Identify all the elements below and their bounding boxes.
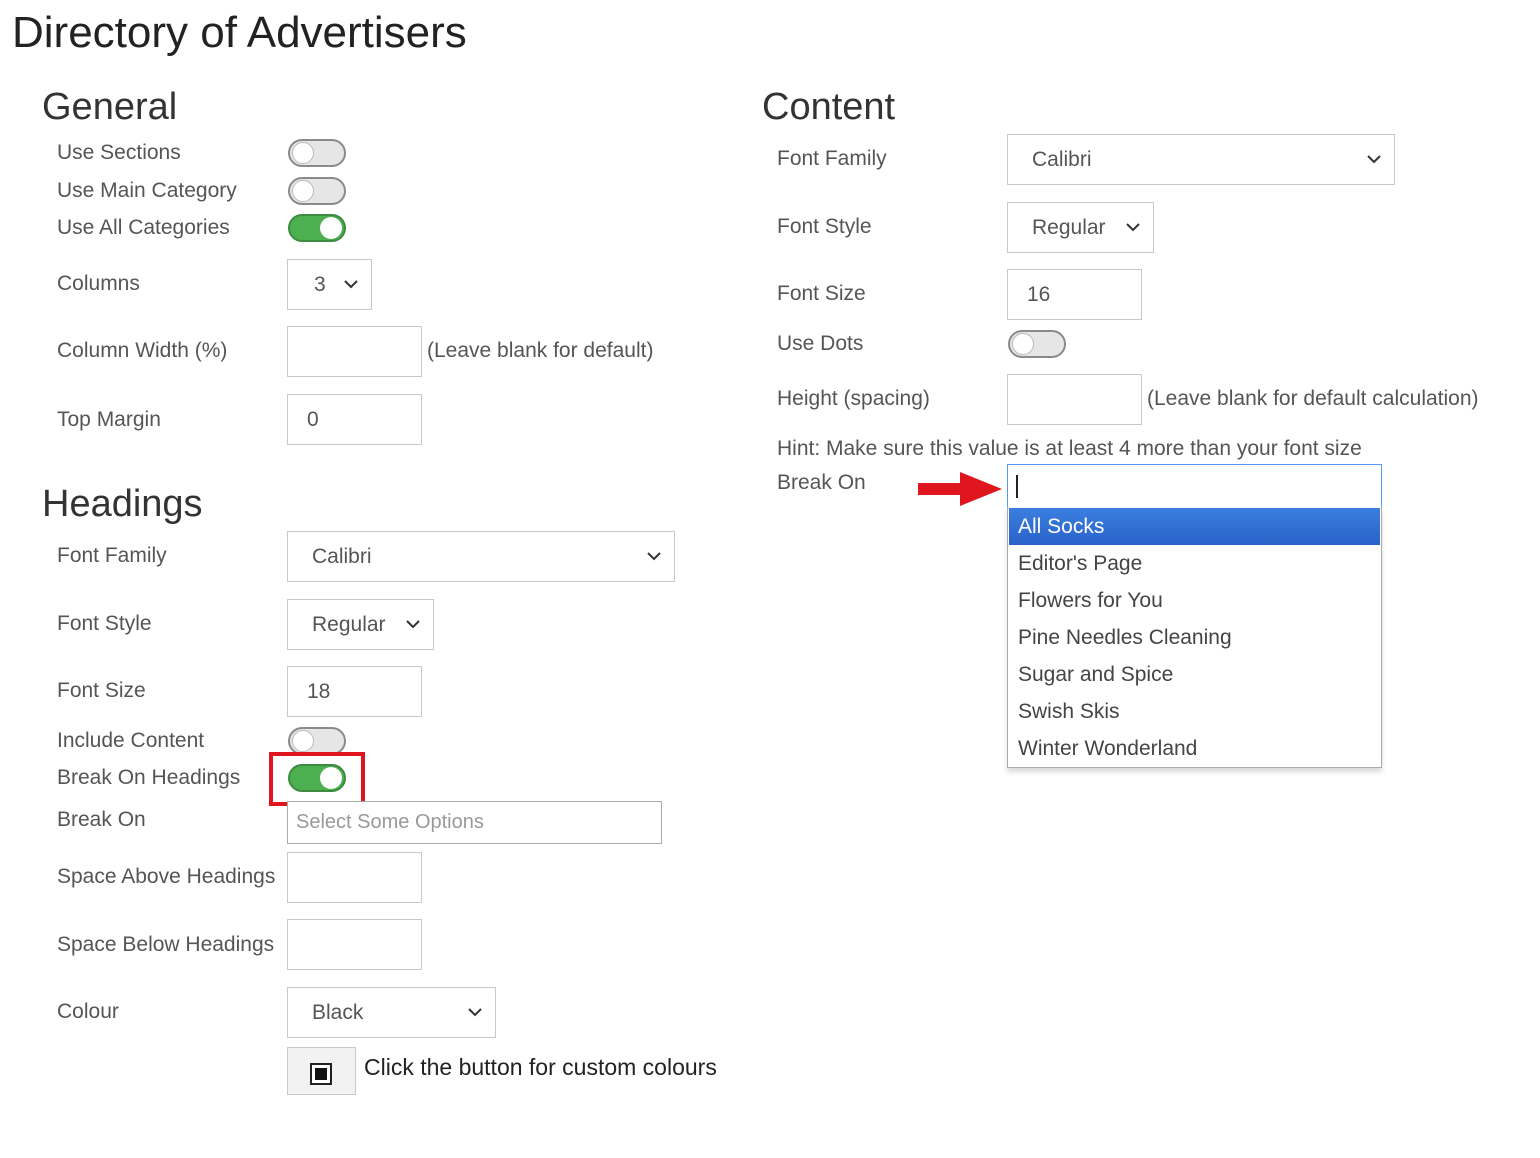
chevron-down-icon bbox=[1367, 155, 1381, 164]
content-break-on-label: Break On bbox=[777, 471, 866, 494]
toggle-knob bbox=[292, 180, 314, 202]
page-title: Directory of Advertisers bbox=[12, 8, 467, 57]
headings-font-style-select[interactable]: Regular bbox=[287, 599, 434, 650]
colour-select[interactable]: Black bbox=[287, 987, 496, 1038]
top-margin-value: 0 bbox=[307, 408, 319, 431]
break-on-headings-toggle[interactable] bbox=[288, 764, 346, 792]
content-font-size-input[interactable]: 16 bbox=[1007, 269, 1142, 320]
space-below-headings-input[interactable] bbox=[287, 919, 422, 970]
colour-swatch-icon bbox=[310, 1063, 332, 1085]
content-font-style-label: Font Style bbox=[777, 215, 872, 238]
option-flowers-for-you[interactable]: Flowers for You bbox=[1009, 582, 1380, 619]
headings-font-style-label: Font Style bbox=[57, 612, 152, 635]
chevron-down-icon bbox=[468, 1008, 482, 1017]
height-spacing-input[interactable] bbox=[1007, 374, 1142, 425]
height-spacing-note: (Leave blank for default calculation) bbox=[1147, 387, 1479, 410]
use-sections-label: Use Sections bbox=[57, 141, 181, 164]
headings-font-family-select[interactable]: Calibri bbox=[287, 531, 675, 582]
columns-value: 3 bbox=[314, 273, 326, 296]
space-below-headings-label: Space Below Headings bbox=[57, 933, 275, 956]
use-main-category-toggle[interactable] bbox=[288, 177, 346, 205]
custom-colour-note: Click the button for custom colours bbox=[364, 1054, 717, 1080]
toggle-knob bbox=[1012, 333, 1034, 355]
toggle-knob bbox=[292, 142, 314, 164]
headings-font-family-label: Font Family bbox=[57, 544, 167, 567]
text-cursor bbox=[1016, 475, 1018, 498]
chevron-down-icon bbox=[406, 620, 420, 629]
column-width-input[interactable] bbox=[287, 326, 422, 377]
space-above-headings-label: Space Above Headings bbox=[57, 865, 276, 888]
content-font-family-label: Font Family bbox=[777, 147, 887, 170]
headings-break-on-label: Break On bbox=[57, 808, 146, 831]
headings-font-size-label: Font Size bbox=[57, 679, 146, 702]
break-on-options-list[interactable]: All Socks Editor's Page Flowers for You … bbox=[1007, 507, 1382, 768]
headings-font-size-input[interactable]: 18 bbox=[287, 666, 422, 717]
headings-break-on-multiselect[interactable]: Select Some Options bbox=[287, 801, 662, 844]
use-all-categories-toggle[interactable] bbox=[288, 214, 346, 242]
content-font-family-value: Calibri bbox=[1032, 148, 1092, 171]
break-on-search-input[interactable] bbox=[1007, 464, 1382, 508]
chevron-down-icon bbox=[1126, 223, 1140, 232]
custom-colour-button[interactable] bbox=[287, 1047, 356, 1095]
content-font-size-value: 16 bbox=[1027, 283, 1051, 306]
break-on-placeholder: Select Some Options bbox=[296, 811, 484, 833]
headings-font-style-value: Regular bbox=[312, 613, 386, 636]
option-all-socks[interactable]: All Socks bbox=[1009, 508, 1380, 545]
headings-section-title: Headings bbox=[42, 483, 203, 525]
include-content-toggle[interactable] bbox=[288, 727, 346, 755]
content-font-style-value: Regular bbox=[1032, 216, 1106, 239]
option-pine-needles-cleaning[interactable]: Pine Needles Cleaning bbox=[1009, 619, 1380, 656]
general-section-title: General bbox=[42, 86, 178, 128]
use-all-categories-label: Use All Categories bbox=[57, 216, 230, 239]
include-content-label: Include Content bbox=[57, 729, 205, 752]
use-dots-label: Use Dots bbox=[777, 332, 864, 355]
toggle-knob bbox=[320, 767, 342, 789]
chevron-down-icon bbox=[344, 280, 358, 289]
column-width-label: Column Width (%) bbox=[57, 339, 228, 362]
red-arrow-icon bbox=[918, 472, 1002, 506]
option-sugar-and-spice[interactable]: Sugar and Spice bbox=[1009, 656, 1380, 693]
content-section-title: Content bbox=[762, 86, 896, 128]
hint-text: Hint: Make sure this value is at least 4… bbox=[777, 437, 1362, 460]
use-main-category-label: Use Main Category bbox=[57, 179, 237, 202]
top-margin-input[interactable]: 0 bbox=[287, 394, 422, 445]
headings-font-size-value: 18 bbox=[307, 680, 331, 703]
toggle-knob bbox=[292, 730, 314, 752]
option-winter-wonderland[interactable]: Winter Wonderland bbox=[1009, 730, 1380, 767]
colour-value: Black bbox=[312, 1001, 364, 1024]
option-swish-skis[interactable]: Swish Skis bbox=[1009, 693, 1380, 730]
headings-font-family-value: Calibri bbox=[312, 545, 372, 568]
space-above-headings-input[interactable] bbox=[287, 852, 422, 903]
use-sections-toggle[interactable] bbox=[288, 139, 346, 167]
height-spacing-label: Height (spacing) bbox=[777, 387, 930, 410]
chevron-down-icon bbox=[647, 552, 661, 561]
colour-label: Colour bbox=[57, 1000, 119, 1023]
use-dots-toggle[interactable] bbox=[1008, 330, 1066, 358]
content-font-size-label: Font Size bbox=[777, 282, 866, 305]
columns-select[interactable]: 3 bbox=[287, 259, 372, 310]
top-margin-label: Top Margin bbox=[57, 408, 161, 431]
break-on-headings-label: Break On Headings bbox=[57, 766, 241, 789]
columns-label: Columns bbox=[57, 272, 140, 295]
toggle-knob bbox=[320, 217, 342, 239]
content-font-style-select[interactable]: Regular bbox=[1007, 202, 1154, 253]
option-editors-page[interactable]: Editor's Page bbox=[1009, 545, 1380, 582]
column-width-note: (Leave blank for default) bbox=[427, 339, 654, 362]
content-font-family-select[interactable]: Calibri bbox=[1007, 134, 1395, 185]
